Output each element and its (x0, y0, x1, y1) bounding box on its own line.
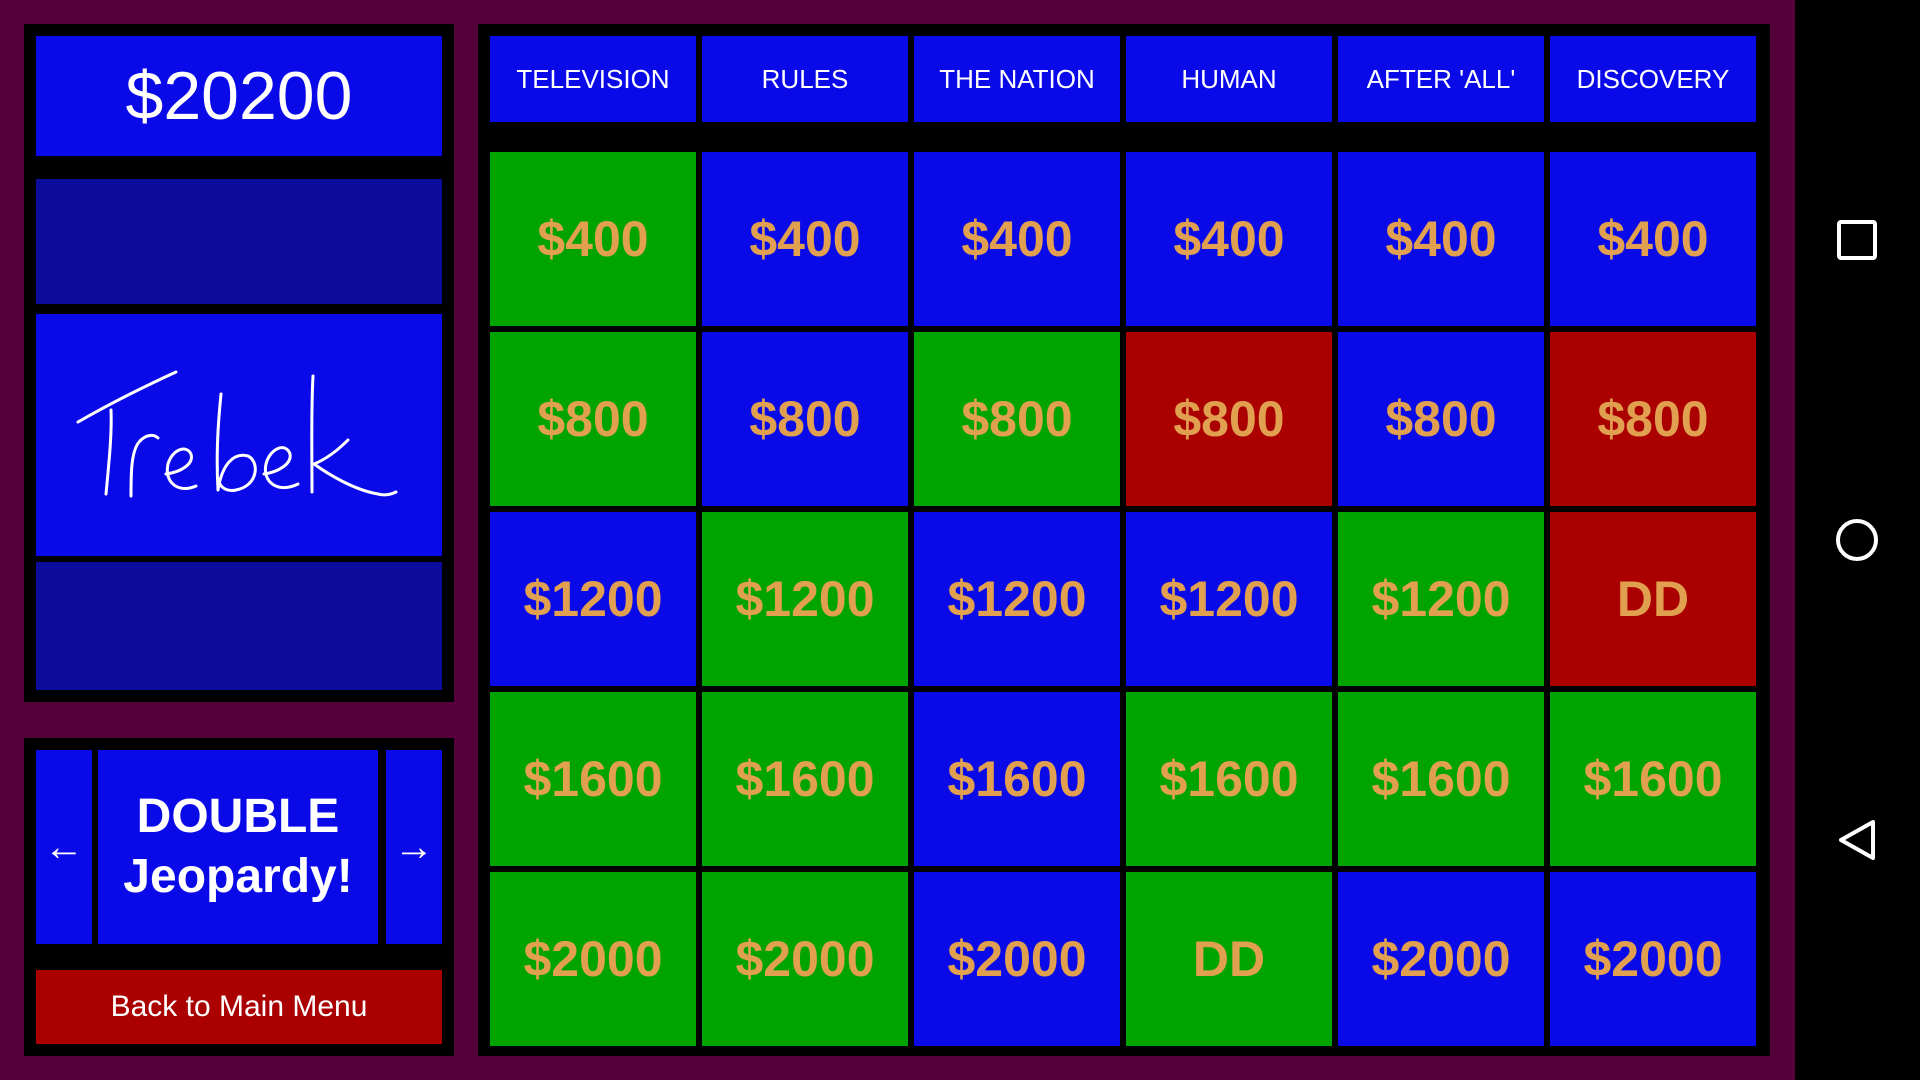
arrow-right-icon: → (394, 824, 434, 869)
clue-tile[interactable]: DD (1126, 872, 1332, 1046)
clue-tile[interactable]: $2000 (1550, 872, 1756, 1046)
arrow-left-icon: ← (44, 824, 84, 869)
game-screen: $20200 ← DOUBLE Jeopardy! → Back to Main… (0, 0, 1795, 1080)
clue-tile[interactable]: $800 (1338, 332, 1544, 506)
clue-tile[interactable]: $800 (1550, 332, 1756, 506)
clue-tile[interactable]: $2000 (702, 872, 908, 1046)
category-header: HUMAN (1126, 36, 1332, 122)
category-header: THE NATION (914, 36, 1120, 122)
empty-slot (36, 562, 442, 690)
clue-tile[interactable]: $1600 (1550, 692, 1756, 866)
clue-tile[interactable]: $400 (1338, 152, 1544, 326)
clue-tile[interactable]: $1200 (490, 512, 696, 686)
game-board: TELEVISION RULES THE NATION HUMAN AFTER … (478, 24, 1770, 1056)
player-score: $20200 (36, 36, 442, 156)
clue-tile[interactable]: $2000 (914, 872, 1120, 1046)
clue-tile[interactable]: $1600 (1126, 692, 1332, 866)
clue-tile[interactable]: $800 (490, 332, 696, 506)
category-header: AFTER 'ALL' (1338, 36, 1544, 122)
previous-round-button[interactable]: ← (36, 750, 92, 944)
clue-tile[interactable]: $800 (1126, 332, 1332, 506)
category-header: TELEVISION (490, 36, 696, 122)
player-panel: $20200 (24, 24, 454, 702)
signature-drawing (76, 370, 398, 498)
next-round-button[interactable]: → (386, 750, 442, 944)
recent-apps-icon[interactable] (1835, 218, 1879, 262)
clue-tile[interactable]: $1200 (914, 512, 1120, 686)
clue-tile[interactable]: $1600 (490, 692, 696, 866)
clue-tile[interactable]: $400 (490, 152, 696, 326)
round-title: DOUBLE Jeopardy! (98, 750, 378, 944)
clue-tile[interactable]: $800 (702, 332, 908, 506)
clue-tile[interactable]: $400 (914, 152, 1120, 326)
clue-tile[interactable]: $800 (914, 332, 1120, 506)
clue-tile[interactable]: $1600 (1338, 692, 1544, 866)
clue-tile[interactable]: $1200 (1338, 512, 1544, 686)
clue-tile[interactable]: $1200 (1126, 512, 1332, 686)
clue-tile[interactable]: DD (1550, 512, 1756, 686)
screen: $20200 ← DOUBLE Jeopardy! → Back to Main… (0, 0, 1920, 1080)
round-panel: ← DOUBLE Jeopardy! → Back to Main Menu (24, 738, 454, 1056)
clue-tile[interactable]: $400 (1126, 152, 1332, 326)
category-header: DISCOVERY (1550, 36, 1756, 122)
player-signature (36, 314, 442, 556)
empty-slot (36, 179, 442, 304)
clue-tile[interactable]: $2000 (1338, 872, 1544, 1046)
clue-tile[interactable]: $2000 (490, 872, 696, 1046)
home-icon[interactable] (1835, 518, 1879, 562)
back-icon[interactable] (1835, 818, 1879, 862)
clue-tile[interactable]: $1600 (702, 692, 908, 866)
back-to-main-menu-button[interactable]: Back to Main Menu (36, 970, 442, 1044)
category-header: RULES (702, 36, 908, 122)
clue-tile[interactable]: $1600 (914, 692, 1120, 866)
clue-tile[interactable]: $400 (1550, 152, 1756, 326)
clue-tile[interactable]: $1200 (702, 512, 908, 686)
clue-tile[interactable]: $400 (702, 152, 908, 326)
